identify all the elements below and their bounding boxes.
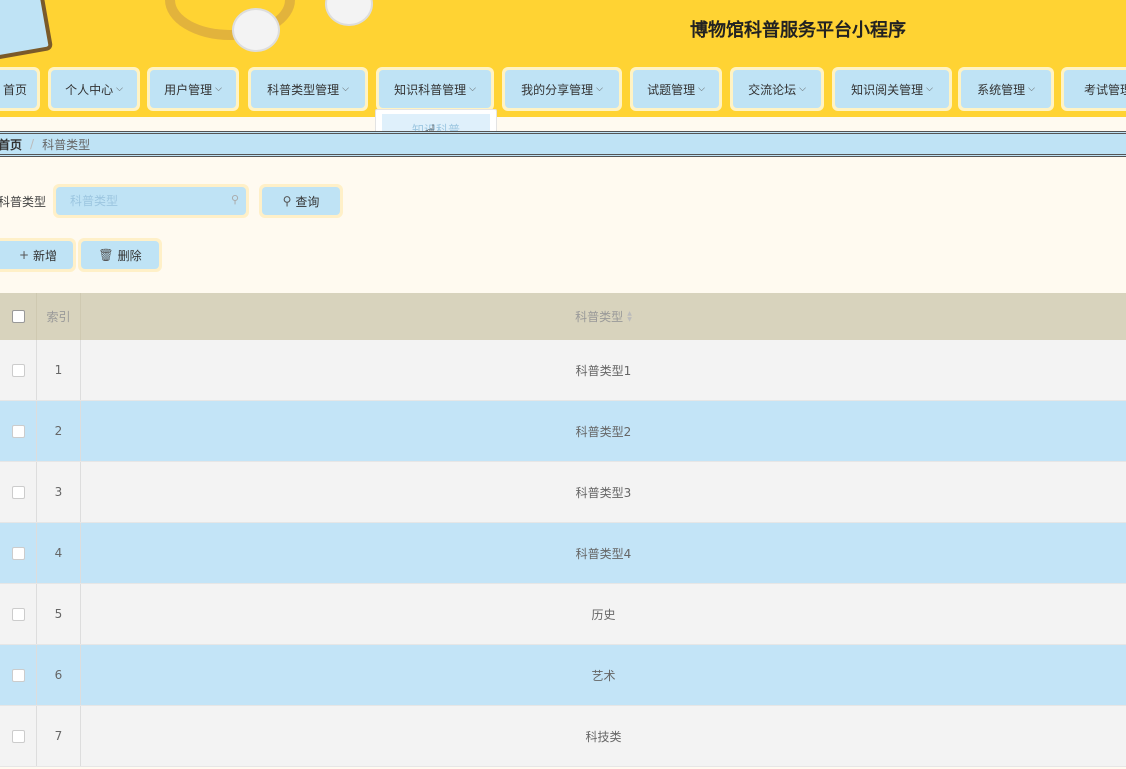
row-index: 3 <box>37 462 81 522</box>
query-button[interactable]: ⚲ 查询 <box>259 184 343 218</box>
search-input[interactable] <box>56 187 246 215</box>
nav-item-science-type-management[interactable]: 科普类型管理 ⌵ <box>248 67 368 111</box>
row-checkbox[interactable] <box>11 668 25 682</box>
breadcrumb-current: 科普类型 <box>42 137 91 152</box>
row-name: 历史 <box>591 607 616 622</box>
column-header-index: 索引 <box>37 293 81 340</box>
nav-item-label: 考试管理 <box>1084 82 1126 97</box>
chevron-down-icon: ⌵ <box>596 84 603 94</box>
row-checkbox[interactable] <box>11 729 25 743</box>
search-icon: ⚲ <box>230 193 239 206</box>
breadcrumb-home[interactable]: 首页 <box>0 136 22 153</box>
science-type-table: 索引 科普类型 ▲ ▼ 1 科普类型1 2 科普类型2 3 科普类型3 4 科普类… <box>0 293 1126 767</box>
table-row[interactable]: 6 艺术 <box>0 645 1126 706</box>
chevron-down-icon: ⌵ <box>799 84 806 94</box>
sort-icon[interactable]: ▲ ▼ <box>627 310 632 323</box>
row-checkbox[interactable] <box>11 485 25 499</box>
row-name: 科普类型1 <box>575 363 632 378</box>
row-index: 1 <box>37 340 81 400</box>
nav-item-label: 个人中心 <box>65 82 114 97</box>
row-checkbox[interactable] <box>11 546 25 560</box>
table-row[interactable]: 2 科普类型2 <box>0 401 1126 462</box>
nav-item-label: 知识阅关管理 <box>851 82 924 97</box>
app-title: 博物馆科普服务平台小程序 <box>690 20 906 41</box>
trash-icon: 🗑 <box>98 248 114 262</box>
row-name: 科普类型3 <box>575 485 632 500</box>
row-checkbox[interactable] <box>11 363 25 377</box>
row-index: 4 <box>37 523 81 583</box>
nav-item-home[interactable]: 首页 <box>0 67 40 111</box>
nav-item-label: 我的分享管理 <box>521 82 594 97</box>
top-nav: 首页 个人中心 ⌵ 用户管理 ⌵ 科普类型管理 ⌵ 知识科普管理 ⌵ 我的分享管理 ⌵ 试… <box>0 62 1126 117</box>
nav-item-exam-management[interactable]: 考试管理 <box>1061 67 1126 111</box>
nav-item-question-management[interactable]: 试题管理 ⌵ <box>630 67 722 111</box>
earbud-illustration <box>232 8 280 52</box>
delete-button-label: 删除 <box>117 248 142 263</box>
chevron-down-icon: ⌵ <box>698 84 705 94</box>
tablet-illustration <box>0 0 54 62</box>
nav-item-label: 用户管理 <box>164 82 213 97</box>
row-checkbox[interactable] <box>11 607 25 621</box>
nav-item-forum[interactable]: 交流论坛 ⌵ <box>730 67 824 111</box>
chevron-down-icon: ⌵ <box>926 84 933 94</box>
chevron-down-icon: ⌵ <box>469 84 476 94</box>
chevron-down-icon: ⌵ <box>116 84 123 94</box>
chevron-down-icon: ⌵ <box>342 84 349 94</box>
nav-item-label: 交流论坛 <box>748 82 797 97</box>
nav-item-label: 系统管理 <box>977 82 1026 97</box>
plus-icon: + <box>18 248 30 262</box>
search-field-wrapper: ⚲ <box>53 184 249 218</box>
row-name: 科普类型4 <box>575 546 632 561</box>
table-row[interactable]: 4 科普类型4 <box>0 523 1126 584</box>
breadcrumb: 首页 / 科普类型 <box>0 131 1126 157</box>
nav-item-knowledge-management[interactable]: 知识科普管理 ⌵ <box>376 67 494 111</box>
chevron-down-icon: ⌵ <box>215 84 222 94</box>
row-index: 6 <box>37 645 81 705</box>
nav-item-label: 试题管理 <box>647 82 696 97</box>
row-index: 7 <box>37 706 81 766</box>
nav-item-personal-center[interactable]: 个人中心 ⌵ <box>48 67 140 111</box>
row-index: 2 <box>37 401 81 461</box>
table-row[interactable]: 7 科技类 <box>0 706 1126 767</box>
nav-item-label: 首页 <box>2 82 27 97</box>
select-all-checkbox[interactable] <box>11 310 25 323</box>
column-header-name[interactable]: 科普类型 ▲ ▼ <box>81 293 1126 340</box>
row-checkbox[interactable] <box>11 424 25 438</box>
add-button-label: 新增 <box>33 248 58 263</box>
app-header: 博物馆科普服务平台小程序 <box>0 0 1126 62</box>
search-label: 科普类型 <box>0 195 47 209</box>
add-button[interactable]: + 新增 <box>0 238 76 272</box>
table-row[interactable]: 1 科普类型1 <box>0 340 1126 401</box>
table-row[interactable]: 3 科普类型3 <box>0 462 1126 523</box>
table-row[interactable]: 5 历史 <box>0 584 1126 645</box>
nav-item-label: 知识科普管理 <box>394 82 467 97</box>
nav-item-system-management[interactable]: 系统管理 ⌵ <box>958 67 1054 111</box>
delete-button[interactable]: 🗑 删除 <box>78 238 162 272</box>
chevron-down-icon: ⌵ <box>1028 84 1035 94</box>
breadcrumb-separator: / <box>30 137 35 151</box>
row-name: 科技类 <box>585 729 622 744</box>
nav-item-my-share-management[interactable]: 我的分享管理 ⌵ <box>502 67 622 111</box>
row-name: 艺术 <box>591 668 616 683</box>
search-icon: ⚲ <box>282 194 292 208</box>
row-index: 5 <box>37 584 81 644</box>
row-name: 科普类型2 <box>575 424 632 439</box>
nav-item-reading-management[interactable]: 知识阅关管理 ⌵ <box>832 67 952 111</box>
earbud-illustration <box>325 0 373 26</box>
nav-item-label: 科普类型管理 <box>267 82 340 97</box>
table-header: 索引 科普类型 ▲ ▼ <box>0 293 1126 340</box>
column-header-name-label: 科普类型 <box>575 310 624 324</box>
query-button-label: 查询 <box>295 194 320 209</box>
nav-item-user-management[interactable]: 用户管理 ⌵ <box>147 67 239 111</box>
